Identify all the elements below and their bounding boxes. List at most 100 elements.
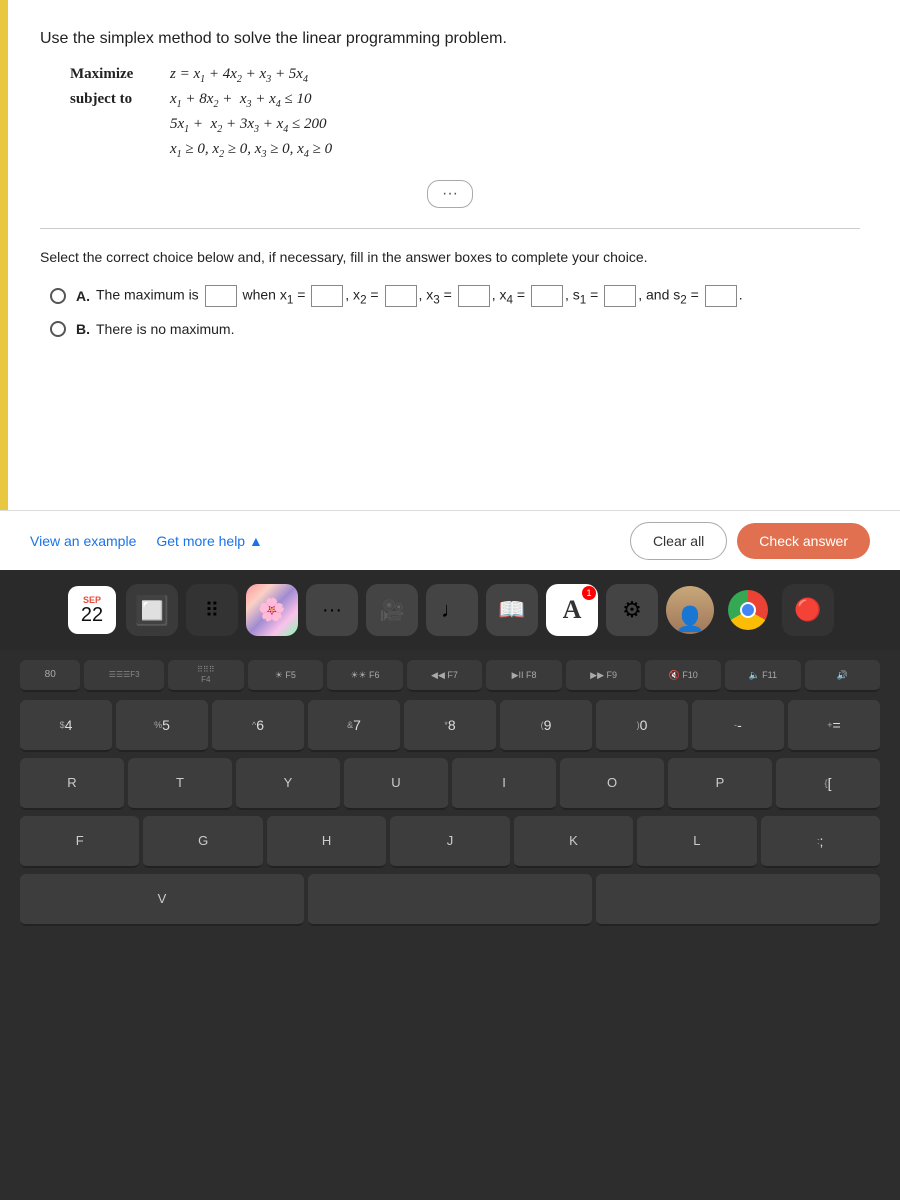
chrome-inner — [740, 602, 756, 618]
qwerty-row-1: R T Y U I O P { [ — [20, 758, 880, 810]
select-instruction: Select the correct choice below and, if … — [40, 249, 860, 265]
key-f[interactable]: F — [20, 816, 139, 868]
answer-s1[interactable] — [604, 285, 636, 307]
key-b[interactable] — [308, 874, 592, 926]
maximize-row: Maximize z = x1 + 4x2 + x3 + 5x4 — [70, 66, 860, 85]
math-section: Maximize z = x1 + 4x2 + x3 + 5x4 subject… — [70, 66, 860, 160]
dock-bar: SEP 22 🔲 ⠿ 🌸 ··· 🎥 ♩ 📖 A 1 ⚙ 👤 🔴 — [0, 570, 900, 650]
key-minus[interactable]: - - — [692, 700, 784, 752]
dock-chrome[interactable] — [722, 584, 774, 636]
key-r[interactable]: R — [20, 758, 124, 810]
key-g[interactable]: G — [143, 816, 262, 868]
dock-music[interactable]: ♩ — [426, 584, 478, 636]
key-f5[interactable]: ☀ F5 — [248, 660, 324, 692]
key-lbrace[interactable]: { [ — [776, 758, 880, 810]
choice-a-label: A. — [76, 288, 90, 304]
footer-bar: View an example Get more help ▲ Clear al… — [0, 510, 900, 570]
key-o[interactable]: O — [560, 758, 664, 810]
answer-x3[interactable] — [458, 285, 490, 307]
dock-messages[interactable]: ··· — [306, 584, 358, 636]
key-8[interactable]: * 8 — [404, 700, 496, 752]
key-7[interactable]: & 7 — [308, 700, 400, 752]
number-row: $ 4 % 5 ^ 6 & 7 * 8 ( 9 ) 0 - - — [20, 700, 880, 752]
key-l[interactable]: L — [637, 816, 756, 868]
key-i[interactable]: I — [452, 758, 556, 810]
choices-section: A. The maximum is when x1 = , x2 = , x3 … — [50, 285, 860, 337]
dock-settings[interactable]: ⚙ — [606, 584, 658, 636]
dock-finder[interactable]: 🔲 — [126, 584, 178, 636]
key-p[interactable]: P — [668, 758, 772, 810]
dock-badge: 1 — [582, 586, 596, 600]
key-f11[interactable]: 🔈 F11 — [725, 660, 801, 692]
dock-font-icon: A — [563, 595, 582, 625]
dock-date-widget: SEP 22 — [68, 586, 116, 634]
divider — [40, 228, 860, 229]
key-esc[interactable]: 80 — [20, 660, 80, 692]
expand-button[interactable]: ··· — [427, 180, 473, 208]
key-y[interactable]: Y — [236, 758, 340, 810]
key-colon[interactable]: : ; — [761, 816, 880, 868]
answer-x2[interactable] — [385, 285, 417, 307]
qwerty-row-2: F G H J K L : ; — [20, 816, 880, 868]
dock-profile[interactable]: 👤 — [666, 586, 714, 634]
choice-b-label: B. — [76, 321, 90, 337]
get-more-help-label: Get more help ▲ — [156, 533, 262, 549]
answer-box-max[interactable] — [205, 285, 237, 307]
problem-title: Use the simplex method to solve the line… — [40, 30, 860, 48]
constraint2: 5x1 + x2 + 3x3 + x4 ≤ 200 — [170, 116, 327, 135]
key-f8[interactable]: ▶II F8 — [486, 660, 562, 692]
key-f3[interactable]: ☰☰☰ F3 — [84, 660, 164, 692]
dock-video[interactable]: 🎥 — [366, 584, 418, 636]
key-f4[interactable]: ⠿⠿⠿ F4 — [168, 660, 244, 692]
key-9[interactable]: ( 9 — [500, 700, 592, 752]
choice-a-row: A. The maximum is when x1 = , x2 = , x3 … — [50, 285, 860, 307]
keyboard-area: 80 ☰☰☰ F3 ⠿⠿⠿ F4 ☀ F5 ☀☀ F6 ◀◀ F7 ▶II F8… — [0, 650, 900, 1200]
constraint3-row: x1 ≥ 0, x2 ≥ 0, x3 ≥ 0, x4 ≥ 0 — [70, 141, 860, 160]
key-6[interactable]: ^ 6 — [212, 700, 304, 752]
key-k[interactable]: K — [514, 816, 633, 868]
constraint1: x1 + 8x2 + x3 + x4 ≤ 10 — [170, 91, 312, 110]
dock-photos[interactable]: 🌸 — [246, 584, 298, 636]
clear-all-button[interactable]: Clear all — [630, 522, 727, 560]
key-4[interactable]: $ 4 — [20, 700, 112, 752]
radio-b[interactable] — [50, 321, 66, 337]
dock-red-app[interactable]: 🔴 — [782, 584, 834, 636]
key-f12[interactable]: 🔊 — [805, 660, 881, 692]
key-j[interactable]: J — [390, 816, 509, 868]
radio-a[interactable] — [50, 288, 66, 304]
fn-row: 80 ☰☰☰ F3 ⠿⠿⠿ F4 ☀ F5 ☀☀ F6 ◀◀ F7 ▶II F8… — [20, 660, 880, 692]
choice-a-text: The maximum is when x1 = , x2 = , x3 = ,… — [96, 285, 743, 307]
check-answer-button[interactable]: Check answer — [737, 523, 870, 559]
answer-x4[interactable] — [531, 285, 563, 307]
key-v[interactable]: V — [20, 874, 304, 926]
key-t[interactable]: T — [128, 758, 232, 810]
key-f9[interactable]: ▶▶ F9 — [566, 660, 642, 692]
dock-books[interactable]: 📖 — [486, 584, 538, 636]
key-n[interactable] — [596, 874, 880, 926]
maximize-expr: z = x1 + 4x2 + x3 + 5x4 — [170, 66, 308, 85]
choice-b-text: There is no maximum. — [96, 321, 234, 337]
key-h[interactable]: H — [267, 816, 386, 868]
dock-day: 22 — [81, 605, 103, 625]
dock-font[interactable]: A 1 — [546, 584, 598, 636]
key-5[interactable]: % 5 — [116, 700, 208, 752]
dock-dots[interactable]: ⠿ — [186, 584, 238, 636]
content-area: Use the simplex method to solve the line… — [0, 0, 900, 570]
subject-row: subject to x1 + 8x2 + x3 + x4 ≤ 10 — [70, 91, 860, 110]
view-example-button[interactable]: View an example — [30, 533, 136, 549]
key-f7[interactable]: ◀◀ F7 — [407, 660, 483, 692]
expand-button-area: ··· — [40, 180, 860, 208]
maximize-label: Maximize — [70, 66, 170, 83]
key-u[interactable]: U — [344, 758, 448, 810]
answer-s2[interactable] — [705, 285, 737, 307]
get-more-help-button[interactable]: Get more help ▲ — [156, 533, 262, 549]
constraint3: x1 ≥ 0, x2 ≥ 0, x3 ≥ 0, x4 ≥ 0 — [170, 141, 332, 160]
dock-calendar[interactable]: SEP 22 — [66, 584, 118, 636]
key-f10[interactable]: 🔇 F10 — [645, 660, 721, 692]
app-window: Use the simplex method to solve the line… — [0, 0, 900, 570]
key-0[interactable]: ) 0 — [596, 700, 688, 752]
key-f6[interactable]: ☀☀ F6 — [327, 660, 403, 692]
answer-x1[interactable] — [311, 285, 343, 307]
key-equals[interactable]: + = — [788, 700, 880, 752]
choice-b-row: B. There is no maximum. — [50, 321, 860, 337]
